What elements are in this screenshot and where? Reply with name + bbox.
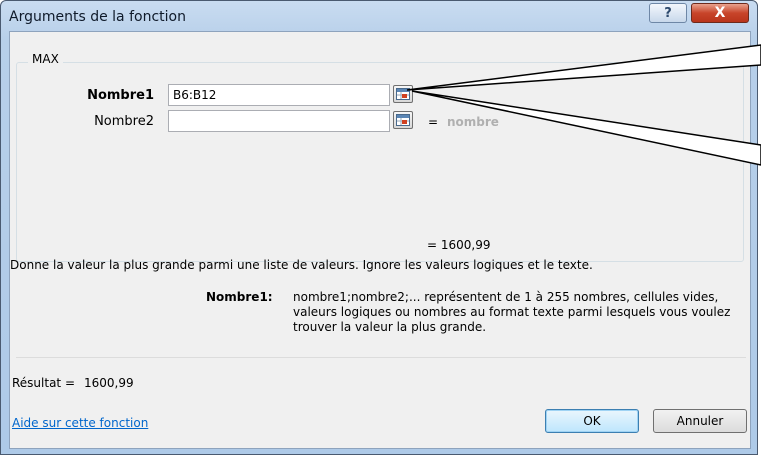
help-link[interactable]: Aide sur cette fonction [12,416,148,430]
function-name-label: MAX [28,52,63,66]
dialog-title: Arguments de la fonction [9,9,186,25]
help-icon: ? [664,5,672,21]
range-select-icon [396,88,410,100]
result-label: Résultat = [12,376,76,390]
arg2-equals-sign: = [428,115,439,129]
arg1-input[interactable] [168,84,390,106]
arg2-type-hint: nombre [447,115,499,129]
close-icon: X [714,5,726,21]
dialog-body: MAX Nombre1 Nombre2 = no [9,31,751,449]
title-bar[interactable]: Arguments de la fonction ? X [1,1,757,31]
arg-help-line: nombre1;nombre2;... représentent de 1 à … [293,290,719,304]
separator [16,357,746,358]
help-button[interactable]: ? [649,3,687,23]
function-description: Donne la valeur la plus grande parmi une… [10,258,593,272]
cancel-button[interactable]: Annuler [653,409,747,433]
arg-help-line: valeurs logiques ou nombres au format te… [293,305,731,319]
range-select-icon [396,114,410,126]
arg2-label: Nombre2 [94,114,154,129]
arg-help-text: nombre1;nombre2;... représentent de 1 à … [293,290,743,335]
function-arguments-dialog: Arguments de la fonction ? X MAX Nombre1… [0,0,758,455]
arg-help-line: trouver la valeur la plus grande. [293,320,487,334]
arg-help-name: Nombre1: [206,290,273,304]
close-button[interactable]: X [691,3,749,23]
arg1-label: Nombre1 [87,88,154,103]
result-value: 1600,99 [84,376,134,390]
arg1-range-button[interactable] [393,85,413,103]
computed-result: = 1600,99 [427,238,491,252]
arg2-range-button[interactable] [393,111,413,129]
ok-button[interactable]: OK [545,409,639,433]
arg2-input[interactable] [168,110,390,132]
